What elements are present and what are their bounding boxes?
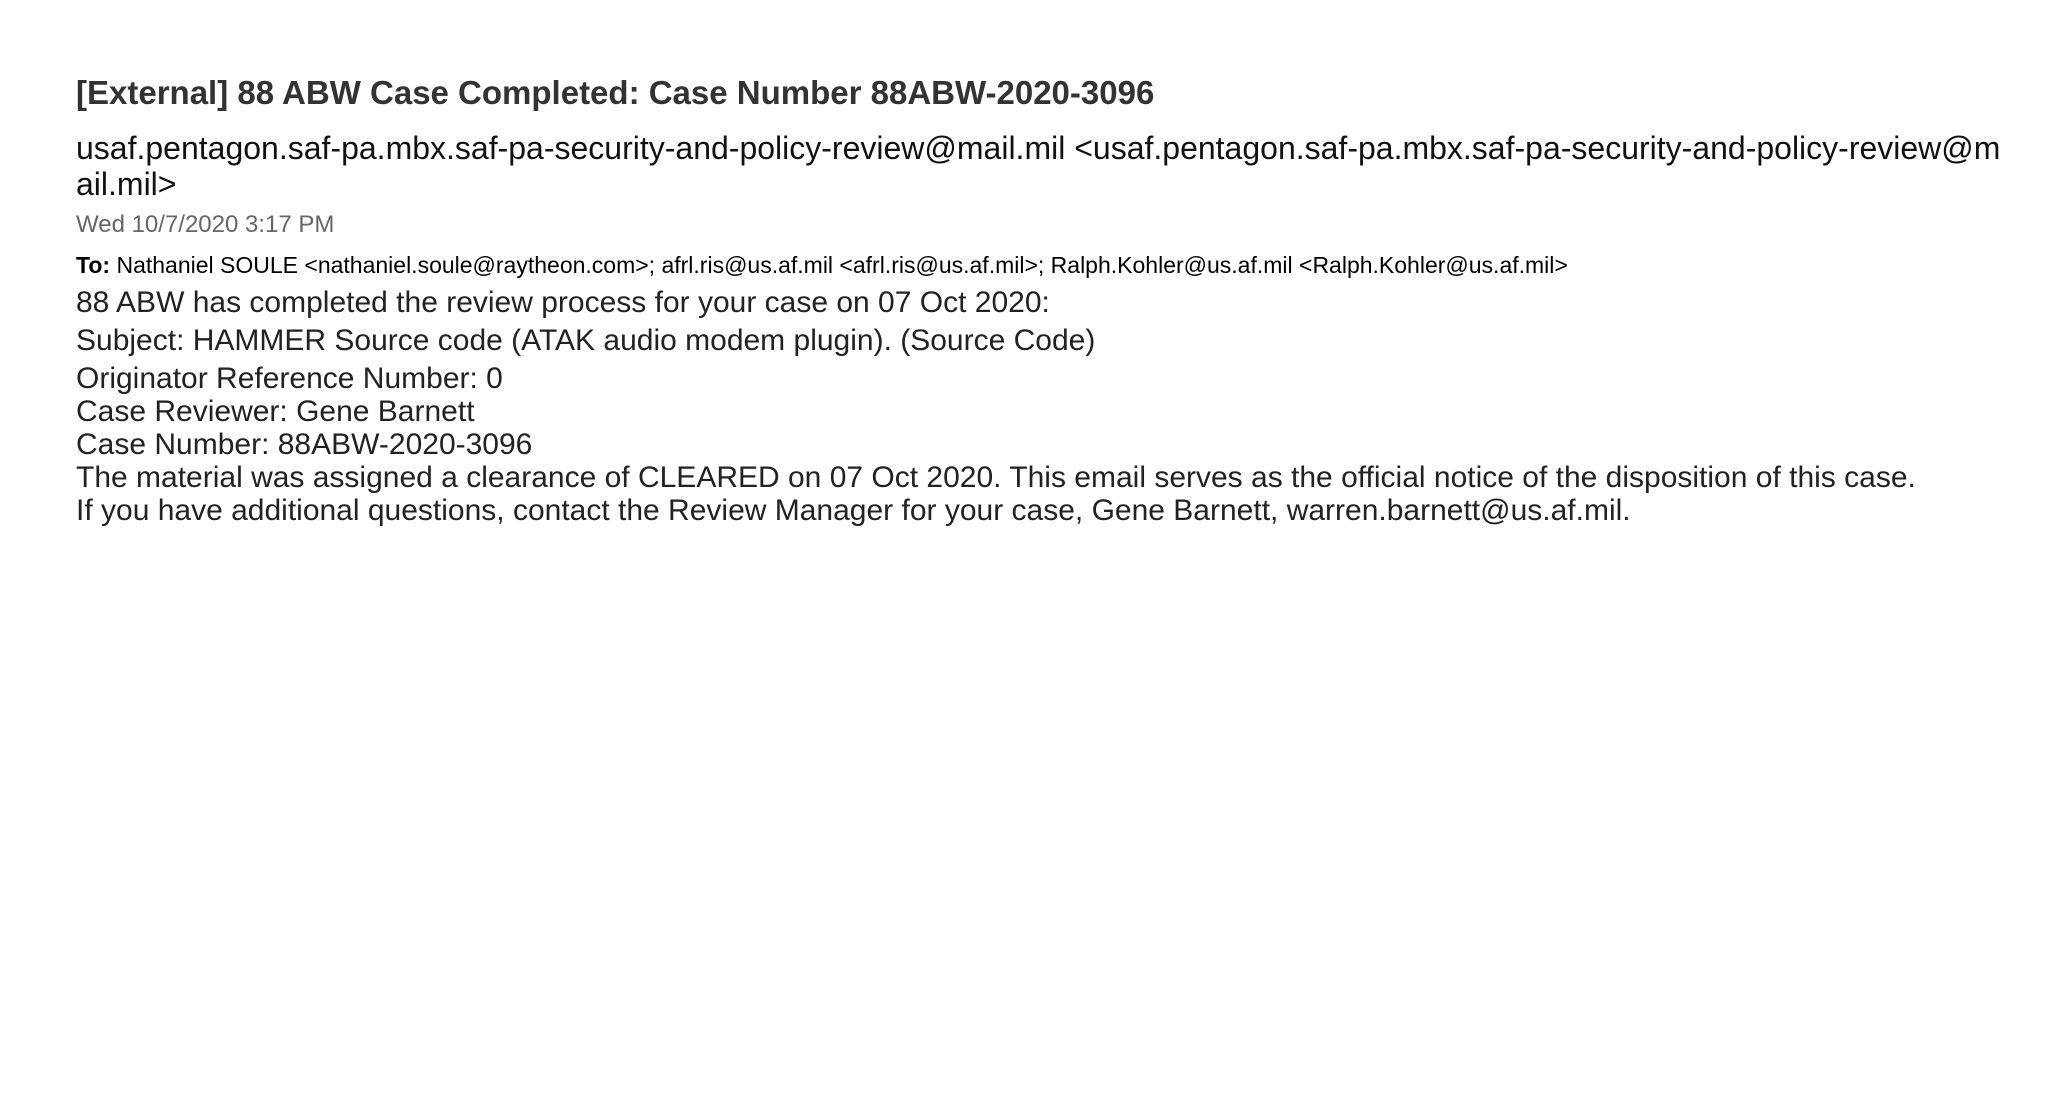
email-sender[interactable]: usaf.pentagon.saf-pa.mbx.saf-pa-security…: [76, 130, 2006, 202]
email-subject: [External] 88 ABW Case Completed: Case N…: [76, 74, 1155, 111]
to-recipients[interactable]: Nathaniel SOULE <nathaniel.soule@raytheo…: [116, 252, 1567, 278]
email-date: Wed 10/7/2020 3:17 PM: [76, 211, 335, 238]
body-line-case-reviewer: Case Reviewer: Gene Barnett: [76, 395, 475, 428]
email-message: [External] 88 ABW Case Completed: Case N…: [76, 70, 2036, 527]
body-line-subject: Subject: HAMMER Source code (ATAK audio …: [76, 324, 1096, 357]
body-line-case-number: Case Number: 88ABW-2020-3096: [76, 428, 533, 461]
to-label: To:: [76, 252, 111, 278]
body-line-originator-reference: Originator Reference Number: 0: [76, 362, 503, 395]
email-to-line: To: Nathaniel SOULE <nathaniel.soule@ray…: [76, 250, 2036, 280]
body-line-intro: 88 ABW has completed the review process …: [76, 286, 1050, 319]
body-line-contact: If you have additional questions, contac…: [76, 494, 1631, 527]
email-body: 88 ABW has completed the review process …: [76, 286, 2036, 527]
body-line-clearance: The material was assigned a clearance of…: [76, 461, 1916, 494]
